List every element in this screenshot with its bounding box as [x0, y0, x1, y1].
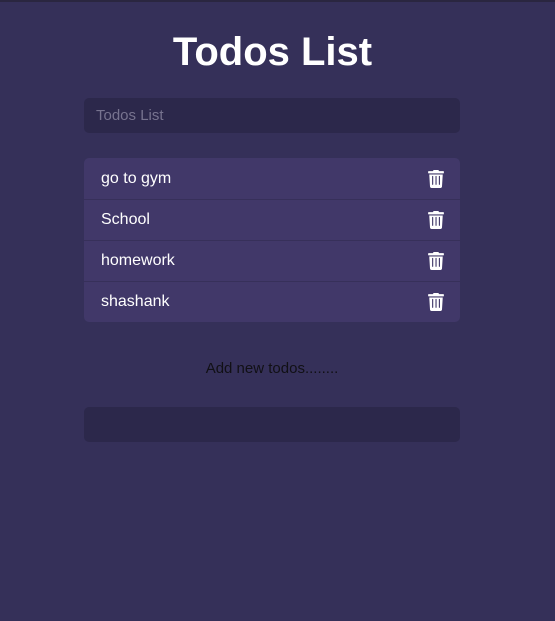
- todo-text: shashank: [101, 293, 170, 310]
- list-item: School: [84, 199, 460, 240]
- todo-text: go to gym: [101, 169, 172, 187]
- trash-icon[interactable]: [428, 169, 444, 188]
- list-item: go to gym: [84, 158, 460, 199]
- trash-icon[interactable]: [428, 252, 444, 270]
- search-input[interactable]: [84, 98, 460, 133]
- trash-icon[interactable]: [428, 293, 444, 311]
- add-todo-input[interactable]: [84, 407, 460, 442]
- page-title: Todos List: [172, 30, 373, 74]
- list-item: shashank: [84, 281, 460, 322]
- todo-text: homework: [101, 252, 175, 269]
- todo-list: go to gym School homework shashank: [84, 158, 460, 322]
- add-todo-label: Add new todos........: [205, 360, 339, 377]
- trash-icon[interactable]: [428, 211, 444, 229]
- list-item: homework: [84, 240, 460, 281]
- todo-text: School: [101, 211, 150, 228]
- window-top-edge: [0, 0, 555, 2]
